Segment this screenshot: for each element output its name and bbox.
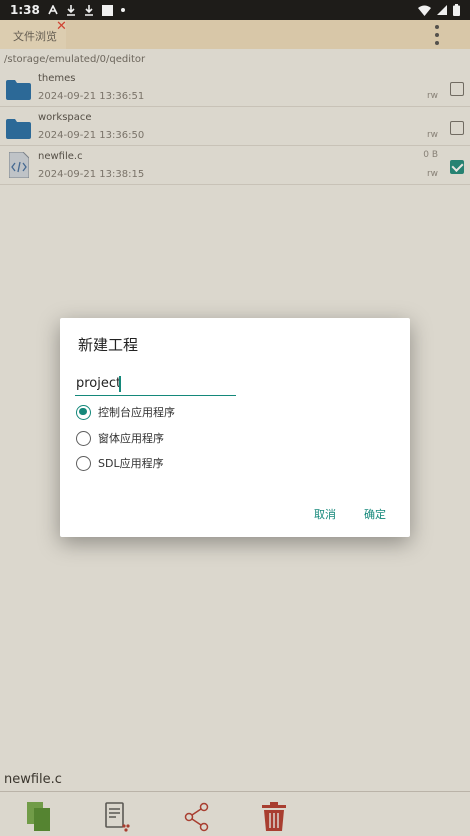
wifi-icon: [418, 5, 431, 16]
radio-button[interactable]: [76, 455, 91, 471]
dot-icon: [120, 8, 125, 12]
text-cursor: [119, 376, 121, 392]
download-icon: [66, 4, 76, 16]
signal-icon: [437, 5, 447, 15]
status-bar: 1:38: [0, 0, 470, 20]
option-label: 控制台应用程序: [98, 406, 175, 419]
project-name-input[interactable]: [75, 372, 236, 396]
download-icon: [84, 4, 94, 16]
cancel-button[interactable]: 取消: [314, 506, 336, 522]
option-label: SDL应用程序: [98, 457, 164, 470]
option-sdl-app[interactable]: SDL应用程序: [76, 453, 164, 473]
option-console-app[interactable]: 控制台应用程序: [76, 402, 175, 422]
dialog-title: 新建工程: [78, 336, 139, 354]
app-notification-icon: [48, 5, 58, 15]
radio-button[interactable]: [76, 430, 91, 446]
battery-icon: [453, 4, 460, 16]
option-label: 窗体应用程序: [98, 432, 164, 445]
new-project-dialog: 新建工程 控制台应用程序 窗体应用程序 SDL应用程序 取消 确定: [60, 318, 410, 537]
status-time: 1:38: [10, 3, 40, 17]
option-window-app[interactable]: 窗体应用程序: [76, 428, 164, 448]
square-notification-icon: [101, 4, 113, 16]
radio-button[interactable]: [76, 404, 91, 420]
ok-button[interactable]: 确定: [364, 506, 386, 522]
